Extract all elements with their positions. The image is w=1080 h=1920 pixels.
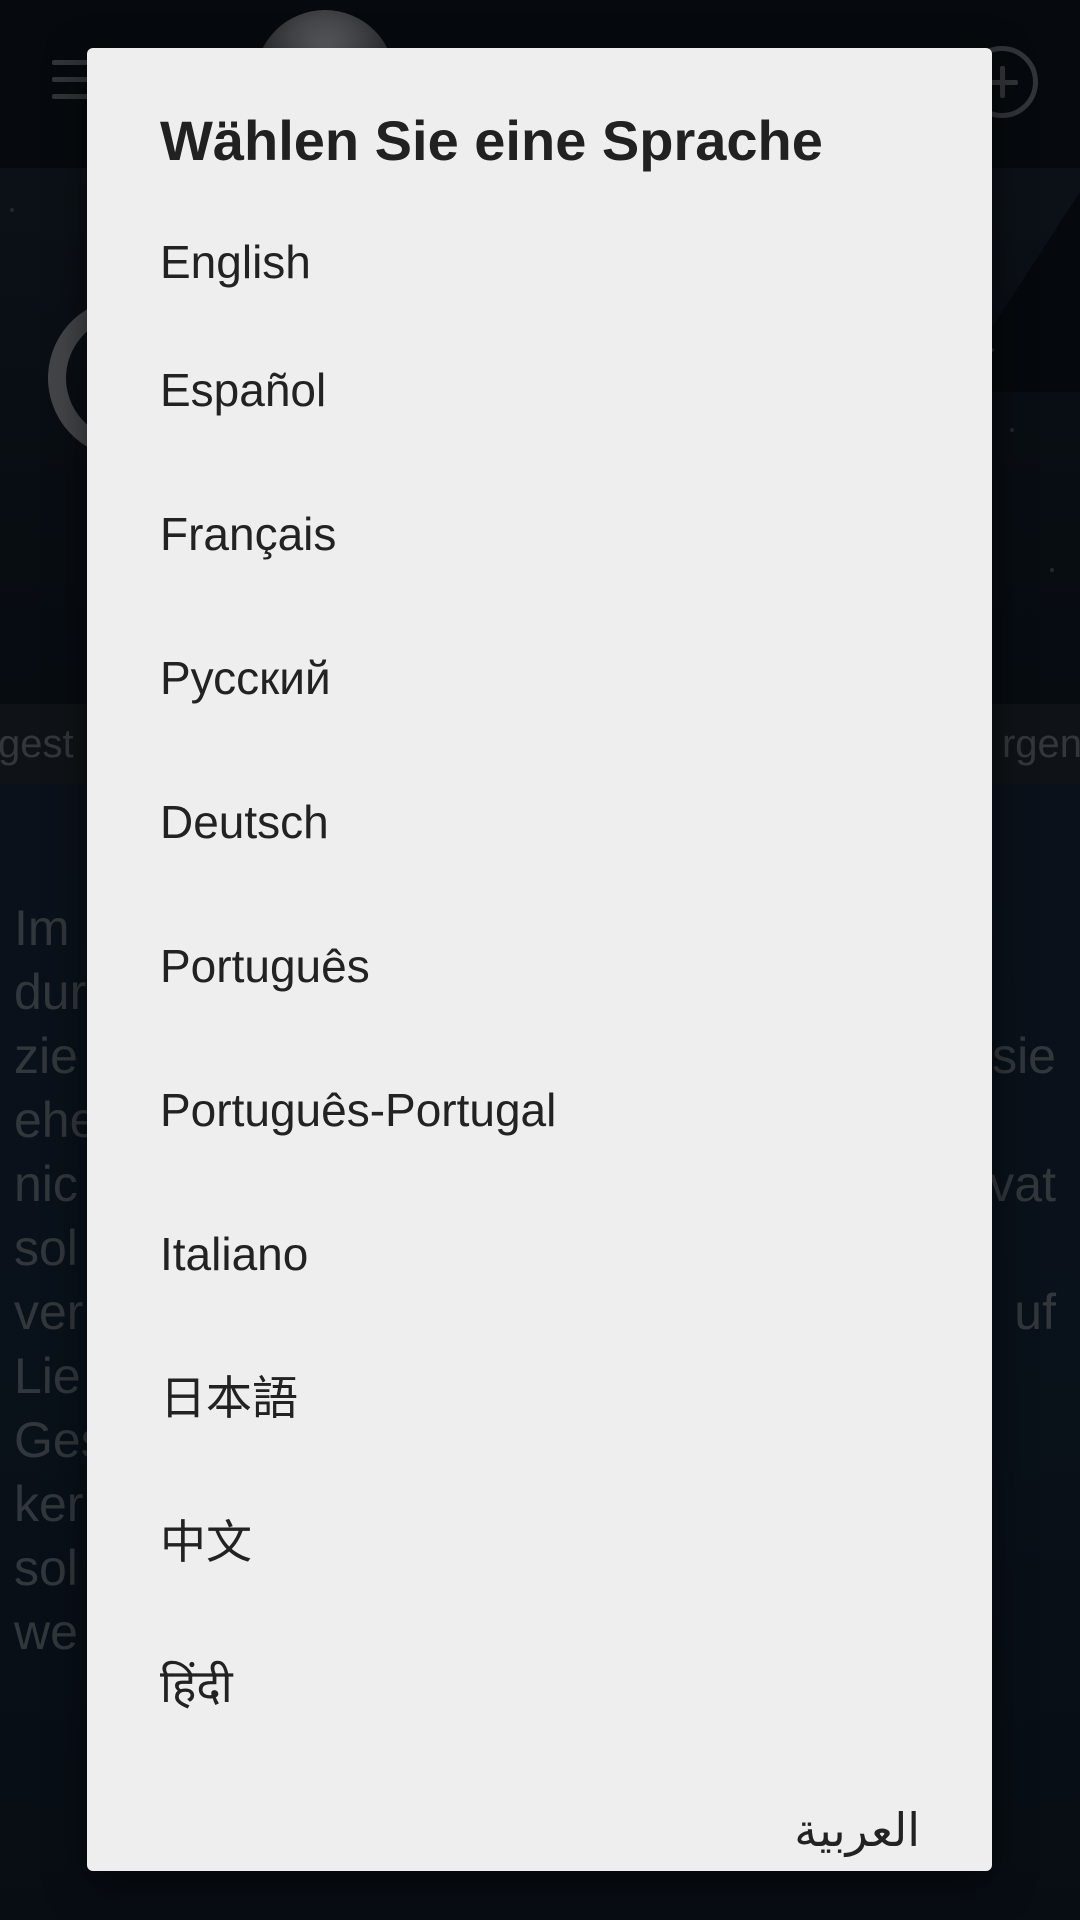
language-option-chinese[interactable]: 中文 bbox=[87, 1470, 992, 1614]
language-option-german[interactable]: Deutsch bbox=[87, 750, 992, 894]
language-option-french[interactable]: Français bbox=[87, 462, 992, 606]
language-option-english[interactable]: English bbox=[87, 206, 992, 318]
language-option-portuguese[interactable]: Português bbox=[87, 894, 992, 1038]
language-option-spanish[interactable]: Español bbox=[87, 318, 992, 462]
language-option-arabic[interactable]: العربية bbox=[87, 1758, 992, 1871]
language-option-portuguese-portugal[interactable]: Português-Portugal bbox=[87, 1038, 992, 1182]
language-option-russian[interactable]: Русский bbox=[87, 606, 992, 750]
language-option-japanese[interactable]: 日本語 bbox=[87, 1326, 992, 1470]
language-option-italian[interactable]: Italiano bbox=[87, 1182, 992, 1326]
dialog-title: Wählen Sie eine Sprache bbox=[160, 109, 823, 172]
language-option-hindi[interactable]: हिंदी bbox=[87, 1614, 992, 1758]
language-dialog: Wählen Sie eine Sprache English Español … bbox=[87, 48, 992, 1871]
language-list: English Español Français Русский Deutsch… bbox=[87, 228, 992, 1871]
app-root: gest rgen Im dur zie ehe nic sol ver Lie… bbox=[0, 0, 1080, 1920]
